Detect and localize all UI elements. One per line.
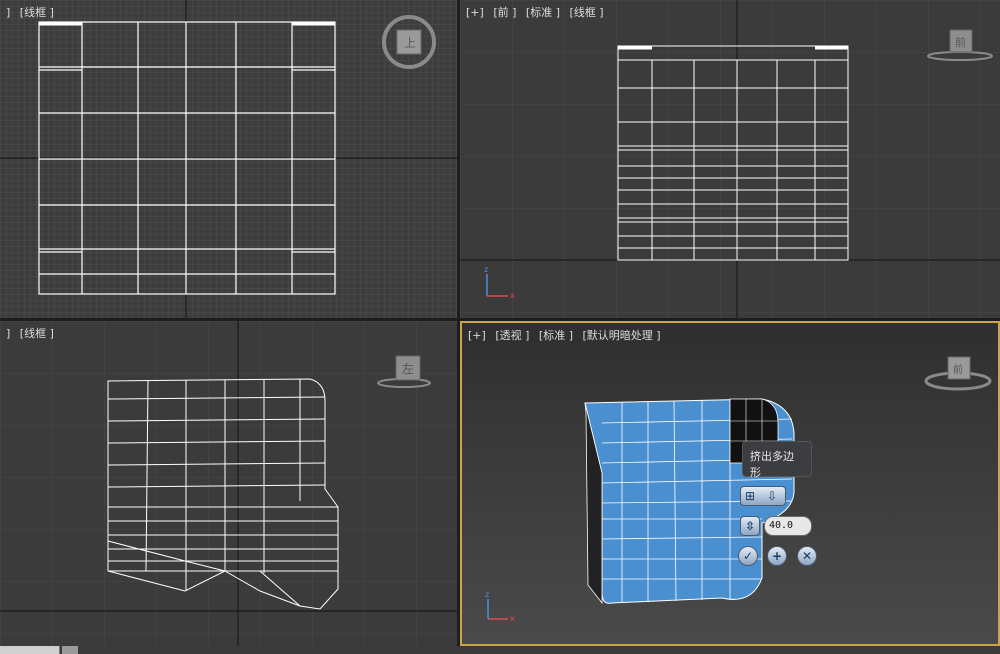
extrude-polygon-tooltip: 挤出多边形 — [742, 441, 812, 479]
viewport-top-label[interactable]: ] [线框 ] — [6, 4, 60, 20]
viewport-front-label[interactable]: [+] [前 ] [标准 ] [线框 ] — [466, 4, 610, 20]
left-view-canvas[interactable]: 左 — [0, 321, 457, 646]
extrude-type-button[interactable]: ⊞ ⇩ — [740, 486, 786, 506]
viewport-top[interactable]: 上 ] [线框 ] — [0, 0, 457, 318]
apply-button[interactable]: + — [767, 546, 787, 566]
chevron-down-icon: ⇩ — [767, 489, 778, 503]
viewport-perspective[interactable]: z x 前 [+] [透视] [标准] [默认明暗处理] — [460, 321, 1000, 646]
top-view-canvas[interactable]: 上 — [0, 0, 457, 318]
viewcube-top-face: 上 — [404, 36, 416, 50]
bottom-status-bar — [0, 646, 1000, 654]
cancel-button[interactable]: ✕ — [797, 546, 817, 566]
svg-text:z: z — [484, 265, 488, 274]
ok-button[interactable]: ✓ — [738, 546, 758, 566]
extrude-height-icon[interactable]: ⇳ — [740, 516, 760, 536]
axis-tripod-persp: z x — [485, 590, 515, 623]
viewcube-persp-face: 前 — [953, 363, 963, 376]
viewcube-front-face: 前 — [955, 35, 966, 49]
svg-text:z: z — [485, 590, 489, 599]
time-slider-next[interactable] — [62, 646, 78, 654]
viewport-left[interactable]: 左 ] [线框 ] — [0, 321, 457, 646]
viewport-perspective-label[interactable]: [+] [透视 ] [标准 ] [默认明暗处理 ] — [468, 327, 667, 343]
viewcube-persp[interactable]: 前 — [924, 356, 992, 391]
grid-icon: ⊞ — [745, 489, 756, 503]
height-icon: ⇳ — [744, 519, 756, 533]
viewport-left-label[interactable]: ] [线框 ] — [6, 325, 60, 341]
extrude-amount-input[interactable]: 40.0 — [764, 516, 812, 536]
time-slider-field[interactable] — [0, 646, 60, 654]
x-icon: ✕ — [801, 549, 813, 563]
viewport-front[interactable]: 前 z x [+] [前 ] [标准 ] [线框 ] — [460, 0, 1000, 318]
svg-text:x: x — [510, 291, 515, 300]
perspective-view-canvas[interactable]: z x 前 — [462, 323, 998, 644]
plus-icon: + — [771, 549, 783, 563]
front-view-canvas[interactable]: 前 z x — [460, 0, 1000, 318]
svg-text:x: x — [510, 614, 515, 623]
viewcube-left-face: 左 — [402, 361, 414, 376]
check-icon: ✓ — [742, 549, 754, 563]
